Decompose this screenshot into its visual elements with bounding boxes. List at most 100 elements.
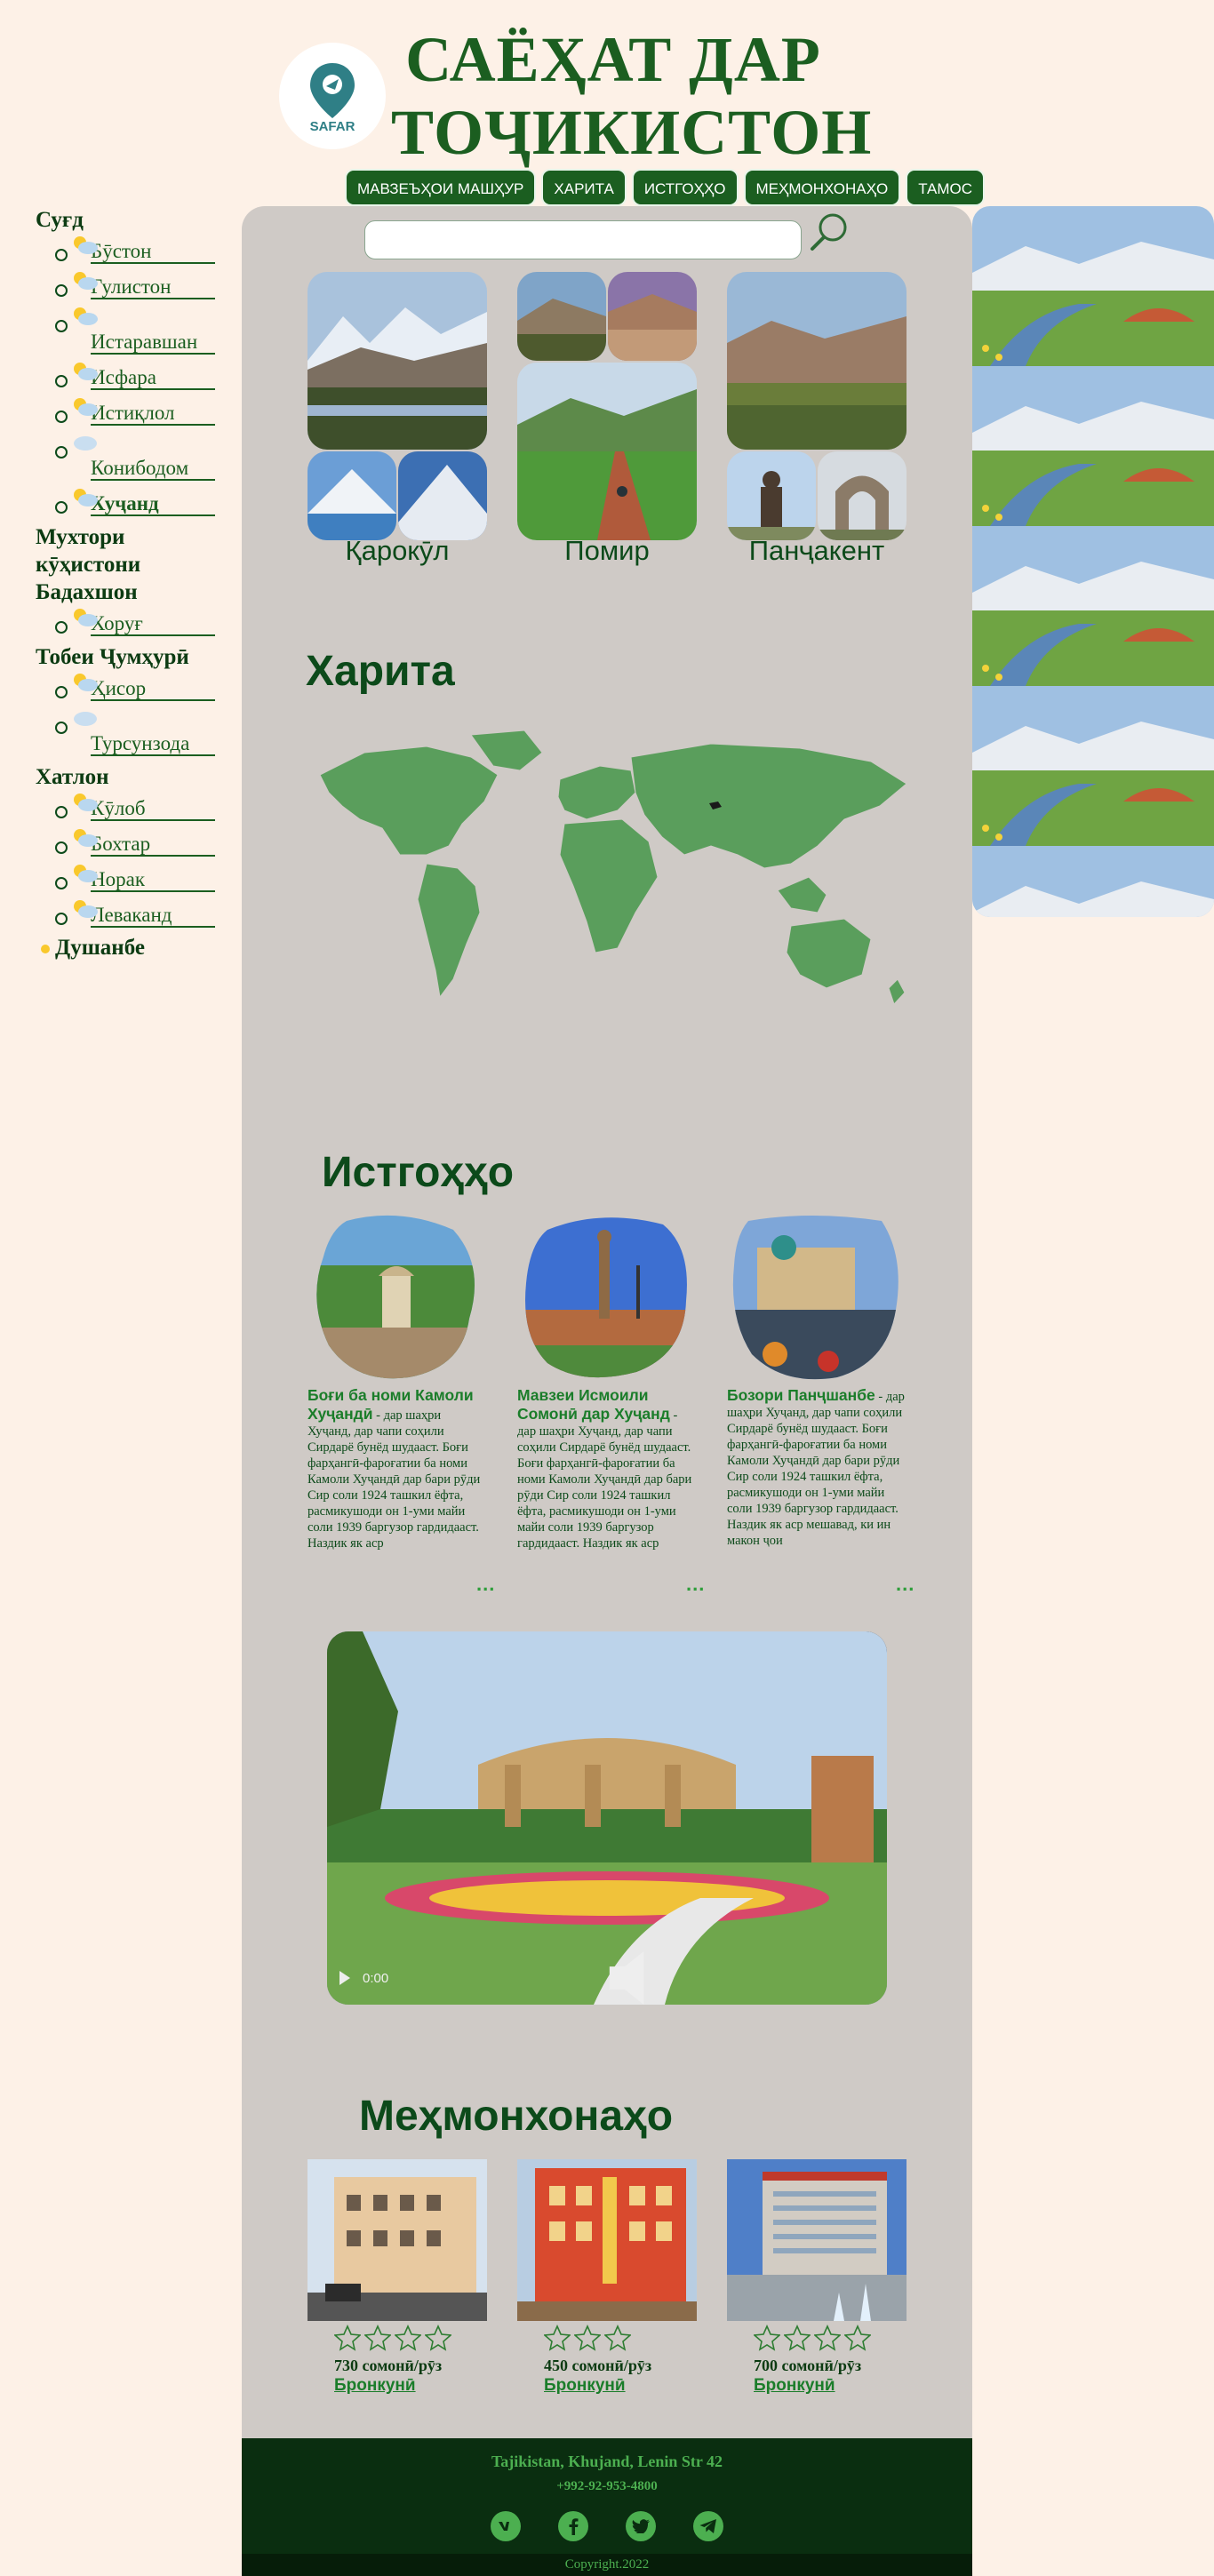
sun-cloud-icon — [69, 862, 100, 885]
pamir-village-photo — [608, 272, 697, 361]
city-item[interactable]: Кӯлоб — [55, 793, 215, 825]
star-icon[interactable] — [395, 2325, 421, 2351]
footer-phone[interactable]: +992-92-953-4800 — [242, 2479, 972, 2494]
site-logo[interactable]: SAFAR — [279, 43, 386, 149]
nav-famous-places[interactable]: МАВЗЕЪҲОИ МАШҲУР — [345, 169, 537, 206]
mountain-meadow-photo — [972, 526, 1214, 686]
city-item[interactable]: Истаравшан — [55, 305, 215, 358]
search-input[interactable] — [364, 220, 802, 259]
site-title-line2: ТОҶИКИСТОН — [391, 97, 873, 168]
video-controls: 0:00 — [327, 1951, 887, 2005]
city-item[interactable]: Хоруғ — [55, 606, 215, 640]
city-item[interactable]: Бӯстон — [55, 234, 215, 267]
star-icon[interactable] — [544, 2325, 571, 2351]
map-pin-logo-icon: SAFAR — [310, 63, 355, 134]
city-item[interactable]: Исфара — [55, 362, 215, 394]
new-zealand-shape — [888, 978, 906, 1005]
vk-icon[interactable] — [491, 2511, 521, 2541]
europe-shape — [557, 765, 636, 820]
australia-shape — [786, 918, 872, 989]
volume-icon[interactable] — [413, 1951, 875, 2005]
city-item[interactable]: Конибодом — [55, 433, 215, 484]
nav-contact[interactable]: ТАМОС — [906, 169, 986, 206]
capital-label: Душанбе — [55, 936, 145, 960]
facebook-icon[interactable] — [558, 2511, 588, 2541]
mountain-meadow-photo — [972, 686, 1214, 846]
rating-stars[interactable] — [544, 2325, 631, 2351]
panjshanbe-bazaar-photo — [732, 1216, 899, 1380]
video-time: 0:00 — [363, 1970, 389, 1986]
nav-hotels[interactable]: МЕҲМОНХОНАҲО — [743, 169, 901, 206]
star-icon[interactable] — [334, 2325, 361, 2351]
sun-cloud-icon — [69, 305, 100, 328]
telegram-icon[interactable] — [693, 2511, 723, 2541]
site-title-line1: САЁҲАТ ДАР — [405, 24, 821, 95]
city-item[interactable]: Гулистон — [55, 269, 215, 303]
nav-map[interactable]: ХАРИТА — [541, 169, 627, 206]
regions-sidebar: Суғд Бӯстон Гулистон Истаравшан Исфара И… — [36, 206, 215, 961]
panjakent-landscape-photo — [727, 272, 907, 450]
region-badakhshan[interactable]: Мухтори кӯҳистони Бадахшон — [36, 523, 204, 606]
social-links — [242, 2511, 972, 2541]
capital-dushanbe[interactable]: Душанбе — [39, 935, 204, 961]
attractions-section-title: Истгоҳҳо — [322, 1149, 515, 1196]
city-item[interactable]: Ҳисор — [55, 671, 215, 705]
star-icon[interactable] — [425, 2325, 451, 2351]
star-icon[interactable] — [754, 2325, 780, 2351]
hotel-price: 700 сомонӣ/рӯз — [754, 2357, 862, 2374]
city-list-sughd: Бӯстон Гулистон Истаравшан Исфара Истиқл… — [36, 234, 215, 520]
star-icon[interactable] — [844, 2325, 871, 2351]
rating-stars[interactable] — [334, 2325, 451, 2351]
city-item-active[interactable]: Хуҷанд — [55, 488, 215, 520]
ismoili-somoni-monument-photo — [525, 1217, 687, 1378]
star-icon[interactable] — [604, 2325, 631, 2351]
panjakent-arch-photo — [818, 451, 907, 540]
region-rrp[interactable]: Тобеи Ҷумҳурӣ — [36, 643, 204, 671]
scenery-slideshow[interactable] — [972, 206, 1214, 917]
kamoli-khujandi-park-photo — [316, 1215, 475, 1379]
star-icon[interactable] — [784, 2325, 811, 2351]
city-list-badakhshan: Хоруғ — [36, 606, 215, 640]
world-map[interactable] — [293, 722, 917, 1038]
sun-cloud-icon — [69, 606, 100, 629]
sun-cloud-icon — [69, 234, 100, 257]
twitter-icon[interactable] — [626, 2511, 656, 2541]
city-item[interactable]: Турсунзода — [55, 706, 215, 760]
star-icon[interactable] — [364, 2325, 391, 2351]
rating-stars[interactable] — [754, 2325, 871, 2351]
star-icon[interactable] — [574, 2325, 601, 2351]
region-sughd[interactable]: Суғд — [36, 206, 204, 234]
sun-cloud-icon — [69, 395, 100, 419]
city-item[interactable]: Бохтар — [55, 828, 215, 860]
video-player[interactable]: 0:00 — [327, 1631, 887, 2005]
city-item[interactable]: Леваканд — [55, 897, 215, 931]
site-footer: Tajikistan, Khujand, Lenin Str 42 +992-9… — [242, 2438, 972, 2576]
map-section-title: Харита — [306, 648, 455, 695]
read-more-button[interactable]: ... — [896, 1573, 914, 1596]
read-more-button[interactable]: ... — [476, 1573, 495, 1596]
mountain-meadow-photo — [972, 366, 1214, 526]
region-khatlon[interactable]: Хатлон — [36, 763, 204, 791]
sun-cloud-icon — [69, 897, 100, 921]
footer-copyright: Copyright.2022 — [242, 2554, 972, 2576]
svg-text:SAFAR: SAFAR — [310, 119, 355, 134]
hotel-photo — [307, 2159, 487, 2321]
search-icon[interactable] — [807, 210, 851, 254]
book-link[interactable]: Бронкунӣ — [334, 2376, 416, 2396]
read-more-button[interactable]: ... — [686, 1573, 705, 1596]
pamir-road-photo — [517, 363, 697, 540]
hotel-price: 730 сомонӣ/рӯз — [334, 2357, 443, 2374]
sun-cloud-icon — [69, 671, 100, 694]
star-icon[interactable] — [814, 2325, 841, 2351]
mountain-meadow-photo — [972, 846, 1214, 917]
nav-attractions[interactable]: ИСТГОҲҲО — [631, 169, 739, 206]
sun-cloud-icon — [69, 269, 100, 292]
play-icon[interactable] — [339, 1971, 350, 1985]
gallery-label: Панҷакент — [748, 535, 885, 566]
cloud-icon — [69, 706, 100, 730]
city-item[interactable]: Истиқлол — [55, 395, 215, 429]
attraction-title: Мавзеи Исмоили Сомонӣ дар Хуҷанд — [517, 1386, 670, 1423]
book-link[interactable]: Бронкунӣ — [544, 2376, 626, 2396]
book-link[interactable]: Бронкунӣ — [754, 2376, 835, 2396]
city-item[interactable]: Норак — [55, 862, 215, 896]
